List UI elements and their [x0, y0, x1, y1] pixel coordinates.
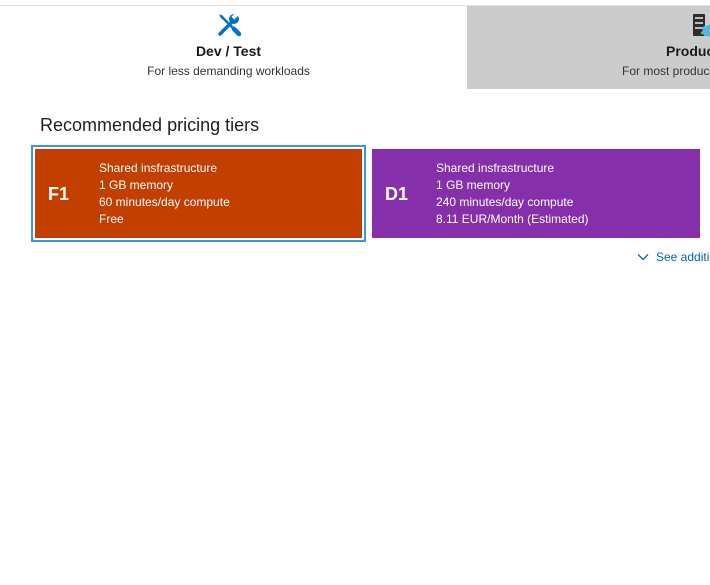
tab-production[interactable]: Produc For most produc — [467, 6, 710, 89]
tab-dev-test[interactable]: Dev / Test For less demanding workloads — [0, 6, 467, 89]
pricing-tier-panel: Dev / Test For less demanding workloads … — [0, 0, 710, 585]
tier-infrastructure: Shared insfrastructure — [99, 161, 218, 175]
tier-memory: 1 GB memory — [99, 178, 174, 192]
tier-price: 8.11 EUR/Month (Estimated) — [436, 212, 589, 226]
tier-price: Free — [99, 212, 124, 226]
server-icon — [689, 12, 710, 38]
chevron-down-icon — [637, 251, 649, 263]
tier-details: Shared insfrastructure 1 GB memory 240 m… — [436, 160, 589, 228]
tier-code: D1 — [385, 184, 409, 204]
see-additional-options-link[interactable]: See additi — [637, 250, 709, 266]
tier-infrastructure: Shared insfrastructure — [436, 161, 555, 175]
tab-dev-test-subtitle: For less demanding workloads — [147, 64, 310, 78]
tier-details: Shared insfrastructure 1 GB memory 60 mi… — [99, 160, 230, 228]
see-additional-options-label: See additi — [656, 250, 710, 264]
tab-production-title: Produc — [666, 43, 710, 59]
tier-compute: 60 minutes/day compute — [99, 195, 230, 209]
tier-card-d1[interactable]: D1 Shared insfrastructure 1 GB memory 24… — [372, 149, 700, 238]
tier-code: F1 — [48, 184, 70, 204]
tools-icon — [215, 12, 243, 38]
tier-memory: 1 GB memory — [436, 178, 511, 192]
tab-dev-test-title: Dev / Test — [195, 43, 262, 59]
recommended-tiers-heading: Recommended pricing tiers — [40, 115, 260, 135]
tier-card-f1[interactable]: F1 Shared insfrastructure 1 GB memory 60… — [31, 145, 366, 242]
tier-compute: 240 minutes/day compute — [436, 195, 574, 209]
tab-production-subtitle: For most produc — [622, 64, 710, 78]
